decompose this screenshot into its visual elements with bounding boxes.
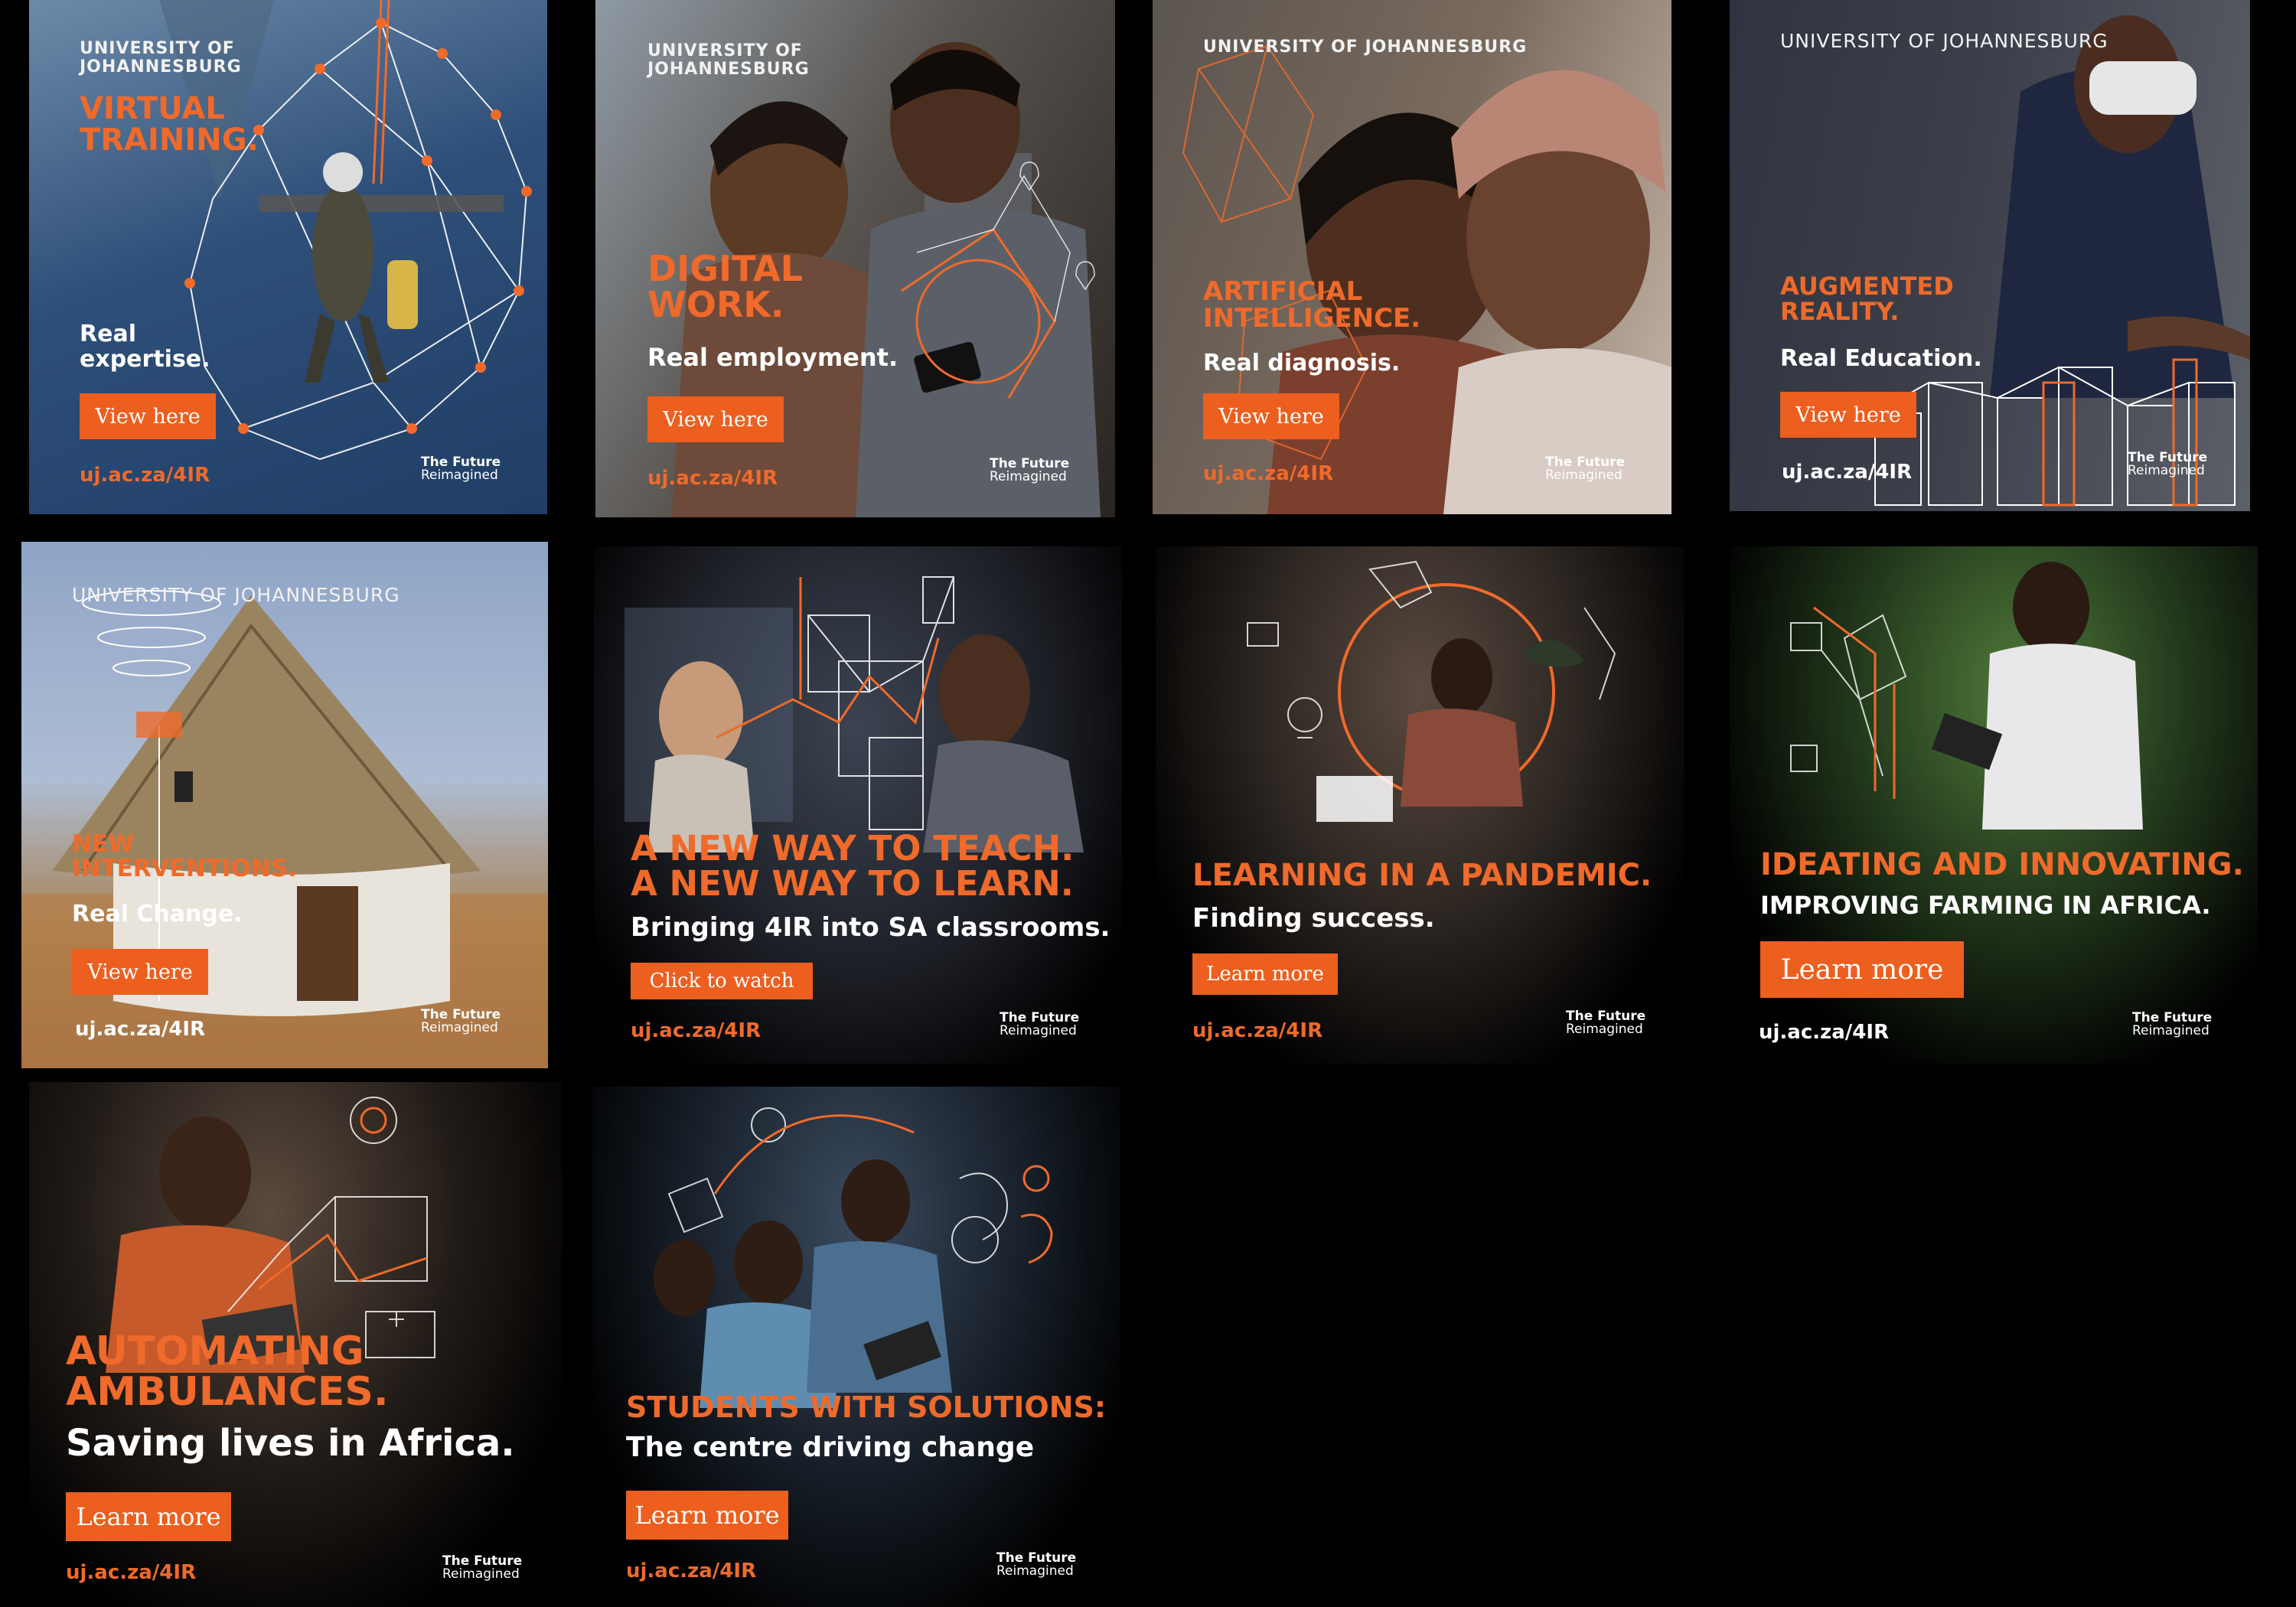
tagline-logo: The Future Reimagined	[1566, 1009, 1646, 1037]
subline: Finding success.	[1192, 903, 1435, 934]
ad-learning-in-pandemic: LEARNING IN A PANDEMIC. Finding success.…	[1156, 546, 1684, 1064]
ad-ideating-innovating: IDEATING AND INNOVATING. IMPROVING FARMI…	[1730, 546, 2258, 1064]
tagline-logo: The Future Reimagined	[2128, 450, 2208, 478]
subline: Real Change.	[72, 901, 243, 927]
url-link[interactable]: uj.ac.za/4IR	[626, 1560, 756, 1583]
tagline-logo: The Future Reimagined	[442, 1553, 523, 1582]
url-link[interactable]: uj.ac.za/4IR	[647, 467, 778, 490]
subline: Real expertise.	[80, 321, 210, 373]
tagline-logo: The Future Reimagined	[421, 1007, 501, 1035]
url-link[interactable]: uj.ac.za/4IR	[1782, 461, 1912, 484]
subline: Real diagnosis.	[1203, 350, 1401, 376]
university-name: UNIVERSITY OF JOHANNESBURG	[647, 41, 810, 79]
headline: A NEW WAY TO TEACH. A NEW WAY TO LEARN.	[631, 828, 1075, 904]
ad-augmented-reality: UNIVERSITY OF JOHANNESBURG AUGMENTED REAL…	[1730, 0, 2250, 511]
click-to-watch-button[interactable]: Click to watch	[631, 963, 813, 999]
subline: IMPROVING FARMING IN AFRICA.	[1760, 891, 2211, 920]
subline: Saving lives in Africa.	[66, 1422, 515, 1465]
view-here-button[interactable]: View here	[80, 393, 216, 439]
headline: IDEATING AND INNOVATING.	[1760, 847, 2244, 882]
url-link[interactable]: uj.ac.za/4IR	[1192, 1019, 1322, 1042]
view-here-button[interactable]: View here	[1780, 392, 1916, 438]
view-here-button[interactable]: View here	[647, 396, 784, 442]
headline: AUTOMATING AMBULANCES.	[66, 1328, 389, 1416]
subline: Real Education.	[1780, 345, 1982, 372]
headline: LEARNING IN A PANDEMIC.	[1192, 858, 1652, 893]
ad-students-with-solutions: STUDENTS WITH SOLUTIONS: The centre driv…	[592, 1087, 1120, 1607]
tagline-logo: The Future Reimagined	[1000, 1010, 1080, 1038]
url-link[interactable]: uj.ac.za/4IR	[1759, 1021, 1889, 1044]
ad-new-way-to-teach: A NEW WAY TO TEACH. A NEW WAY TO LEARN. B…	[594, 546, 1122, 1064]
subline: Real employment.	[647, 343, 899, 372]
headline: DIGITAL WORK.	[647, 248, 803, 325]
tagline-logo: The Future Reimagined	[421, 455, 501, 483]
headline: AUGMENTED REALITY.	[1780, 272, 1954, 326]
ad-digital-work: UNIVERSITY OF JOHANNESBURG DIGITAL WORK. R…	[595, 0, 1115, 517]
view-here-button[interactable]: View here	[72, 949, 208, 995]
learn-more-button[interactable]: Learn more	[1760, 941, 1964, 998]
learn-more-button[interactable]: Learn more	[1192, 953, 1338, 995]
url-link[interactable]: uj.ac.za/4IR	[80, 464, 210, 487]
university-name: UNIVERSITY OF JOHANNESBURG	[1780, 30, 2108, 52]
ad-new-interventions: UNIVERSITY OF JOHANNESBURG NEW INTERVENTI…	[21, 542, 548, 1068]
headline: VIRTUAL TRAINING.	[80, 91, 259, 158]
tagline-logo: The Future Reimagined	[990, 456, 1070, 484]
subline: Bringing 4IR into SA classrooms.	[631, 912, 1110, 943]
url-link[interactable]: uj.ac.za/4IR	[1203, 462, 1333, 485]
tagline-logo: The Future Reimagined	[2132, 1010, 2213, 1038]
subline: The centre driving change	[626, 1432, 1035, 1463]
ad-artificial-intelligence: UNIVERSITY OF JOHANNESBURG ARTIFICIAL INT…	[1153, 0, 1671, 514]
ad-virtual-training: UNIVERSITY OF JOHANNESBURG VIRTUAL TRAININ…	[29, 0, 547, 514]
university-name: UNIVERSITY OF JOHANNESBURG	[80, 39, 242, 77]
url-link[interactable]: uj.ac.za/4IR	[75, 1018, 205, 1041]
learn-more-button[interactable]: Learn more	[66, 1492, 231, 1541]
tagline-logo: The Future Reimagined	[996, 1550, 1077, 1579]
university-name: UNIVERSITY OF JOHANNESBURG	[1203, 37, 1528, 57]
university-name: UNIVERSITY OF JOHANNESBURG	[72, 584, 400, 606]
url-link[interactable]: uj.ac.za/4IR	[66, 1561, 196, 1584]
tagline-logo: The Future Reimagined	[1545, 455, 1626, 483]
url-link[interactable]: uj.ac.za/4IR	[631, 1019, 761, 1042]
learn-more-button[interactable]: Learn more	[626, 1491, 788, 1540]
headline: NEW INTERVENTIONS.	[72, 830, 297, 882]
view-here-button[interactable]: View here	[1203, 393, 1339, 439]
headline: ARTIFICIAL INTELLIGENCE.	[1203, 276, 1421, 334]
headline: STUDENTS WITH SOLUTIONS:	[626, 1390, 1107, 1424]
ad-automating-ambulances: AUTOMATING AMBULANCES. Saving lives in Af…	[29, 1082, 562, 1607]
